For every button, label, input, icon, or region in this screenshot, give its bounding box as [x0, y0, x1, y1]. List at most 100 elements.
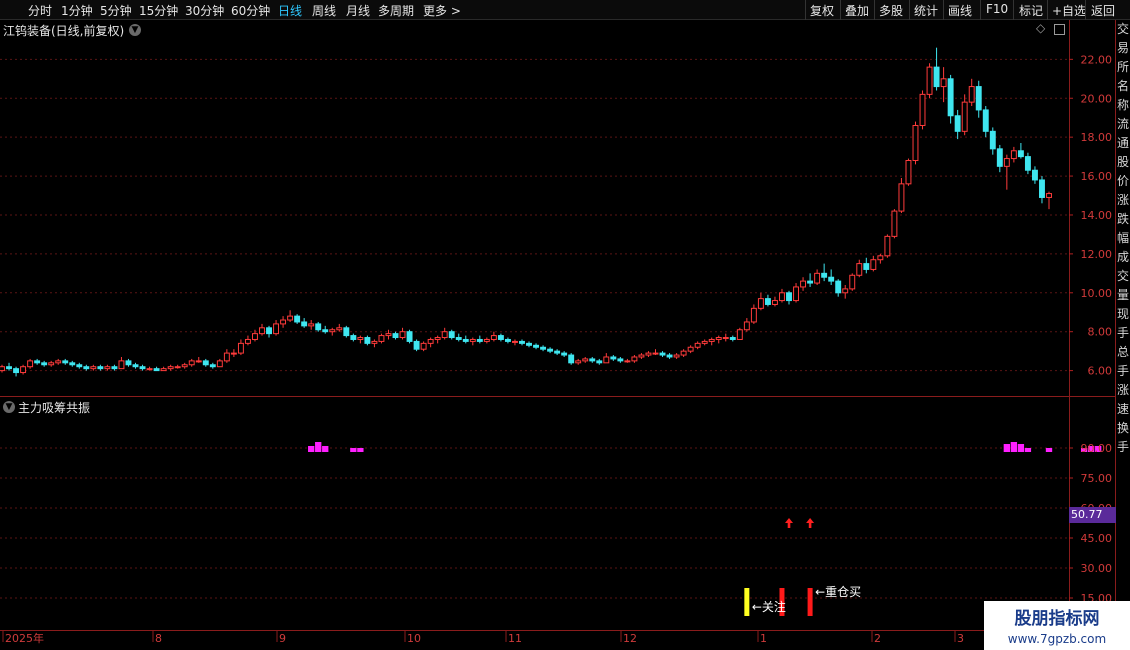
- candle-body: [582, 358, 589, 362]
- candle-body: [814, 272, 821, 284]
- candle-body: [427, 338, 434, 344]
- accumulation-bar: [315, 442, 322, 452]
- candle-body: [69, 362, 76, 366]
- candle-body: [996, 148, 1003, 167]
- info-strip-char: 通: [1116, 136, 1129, 150]
- info-strip-char: 涨: [1116, 193, 1129, 207]
- statistics-button[interactable]: 统计: [914, 2, 938, 19]
- candle-body: [771, 300, 778, 305]
- candle-body: [434, 337, 441, 340]
- tab-intraday[interactable]: 分时: [28, 2, 52, 19]
- chevron-down-icon[interactable]: ▼: [3, 401, 15, 413]
- candle-body: [83, 366, 90, 370]
- tab-60min[interactable]: 60分钟: [231, 2, 270, 19]
- candle-body: [1031, 169, 1038, 181]
- mark-button[interactable]: 标记: [1019, 2, 1043, 19]
- toolbar-divider: [909, 0, 910, 20]
- candle-body: [125, 360, 132, 366]
- tab-monthly[interactable]: 月线: [346, 2, 370, 19]
- chevron-down-icon[interactable]: ▼: [129, 24, 141, 36]
- draw-line-button[interactable]: 画线: [948, 2, 972, 19]
- candle-body: [533, 344, 539, 348]
- annotation-heavy-buy: ←重仓买: [815, 585, 861, 599]
- candle-body: [540, 346, 547, 350]
- date-label: 1: [760, 632, 767, 645]
- accumulation-bar: [1003, 444, 1011, 452]
- tab-multi-period[interactable]: 多周期: [378, 2, 414, 19]
- candle-body: [561, 352, 568, 356]
- tab-daily[interactable]: 日线: [278, 2, 302, 19]
- candle-body: [1046, 193, 1052, 198]
- right-info-strip: 交易所名称流通股价涨跌幅成交量现手总手涨速换手: [1116, 20, 1130, 630]
- candle-body: [132, 364, 139, 368]
- candle-body: [926, 66, 933, 95]
- candle-body: [750, 307, 757, 323]
- candle-body: [223, 352, 230, 362]
- candle-body: [919, 93, 926, 126]
- candle-body: [947, 78, 954, 117]
- add-watchlist-button[interactable]: +自选: [1052, 2, 1086, 19]
- candle-body: [188, 360, 195, 366]
- tab-15min[interactable]: 15分钟: [139, 2, 178, 19]
- candle-body: [280, 319, 287, 325]
- candle-body: [729, 337, 736, 340]
- annotation-watch: ←关注: [752, 599, 786, 614]
- overlay-button[interactable]: 叠加: [845, 2, 869, 19]
- accumulation-bar: [1010, 442, 1018, 452]
- candle-body: [406, 331, 413, 342]
- candle-body: [659, 352, 666, 356]
- price-tick-label: 14.00: [1081, 209, 1113, 222]
- diamond-icon[interactable]: ◇: [1036, 21, 1045, 35]
- tab-more[interactable]: 更多 >: [423, 2, 461, 19]
- info-strip-char: 涨: [1116, 383, 1129, 397]
- info-strip-char: 交: [1116, 269, 1129, 283]
- multi-stock-button[interactable]: 多股: [879, 2, 903, 19]
- candle-body: [76, 364, 83, 368]
- candle-body: [230, 352, 237, 355]
- candle-body: [722, 337, 729, 340]
- candle-body: [975, 86, 982, 111]
- indicator-tick-label: 45.00: [1081, 532, 1113, 545]
- candle-body: [1024, 156, 1031, 171]
- candlestick-series: [0, 47, 1052, 377]
- f10-button[interactable]: F10: [986, 2, 1008, 16]
- info-strip-char: 量: [1116, 288, 1129, 302]
- candle-body: [757, 298, 764, 309]
- candle-body: [20, 366, 27, 374]
- indicator-panel-title: 主力吸筹共振: [18, 401, 91, 415]
- candle-body: [708, 338, 715, 342]
- candle-body: [294, 315, 301, 323]
- info-strip-char: 幅: [1116, 231, 1129, 245]
- toolbar-divider: [1013, 0, 1014, 20]
- up-arrow-icon: [785, 518, 794, 528]
- toolbar-divider: [874, 0, 875, 20]
- candle-body: [343, 327, 350, 337]
- window-toggle-icon[interactable]: [1054, 24, 1065, 35]
- candle-body: [308, 323, 315, 327]
- candle-body: [490, 335, 497, 340]
- candle-body: [547, 348, 554, 352]
- tab-5min[interactable]: 5分钟: [100, 2, 132, 19]
- candle-body: [828, 276, 835, 282]
- chart-canvas: ←关注←重仓买←卖 22.0020.0018.0016.0014.0012.00…: [0, 20, 1116, 650]
- back-button[interactable]: 返回: [1091, 2, 1115, 19]
- info-strip-char: 股: [1116, 155, 1129, 169]
- tab-1min[interactable]: 1分钟: [61, 2, 93, 19]
- candle-body: [1003, 158, 1010, 167]
- candle-body: [856, 263, 863, 276]
- candle-body: [273, 323, 280, 335]
- candle-body: [385, 333, 392, 337]
- candle-body: [526, 342, 532, 346]
- adjust-button[interactable]: 复权: [810, 2, 834, 19]
- candle-body: [982, 109, 989, 132]
- info-strip-char: 手: [1116, 364, 1129, 378]
- tab-weekly[interactable]: 周线: [312, 2, 336, 19]
- candle-body: [301, 321, 308, 327]
- candle-body: [160, 368, 167, 372]
- info-strip-char: 跌: [1116, 212, 1129, 226]
- toolbar-divider: [980, 0, 981, 20]
- tab-30min[interactable]: 30分钟: [185, 2, 224, 19]
- candle-body: [884, 235, 891, 257]
- watermark-logo: 股朋指标网 www.7gpzb.com: [984, 601, 1130, 650]
- candle-body: [743, 321, 750, 331]
